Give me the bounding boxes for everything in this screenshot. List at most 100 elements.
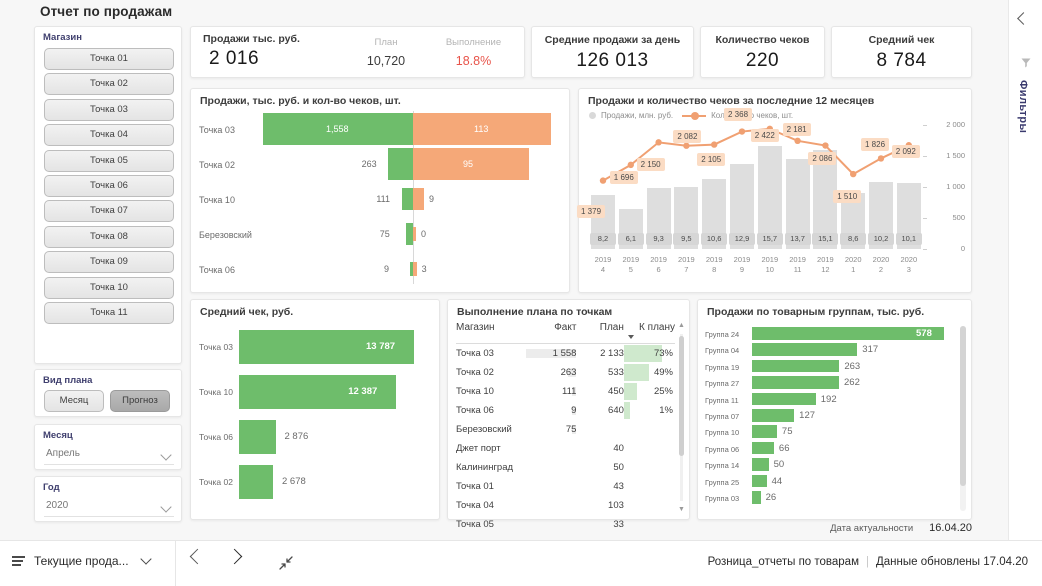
slicer-store-item-6[interactable]: Точка 06 xyxy=(44,175,174,197)
group-bar-2[interactable] xyxy=(752,360,839,373)
slicer-store-item-10[interactable]: Точка 10 xyxy=(44,277,174,299)
next-page-icon[interactable] xyxy=(227,549,243,565)
tornado-bar-checks-3[interactable] xyxy=(413,227,416,241)
month-dropdown[interactable]: Апрель xyxy=(44,446,174,465)
slicer-store-item-4[interactable]: Точка 04 xyxy=(44,124,174,146)
slicer-store-item-1[interactable]: Точка 01 xyxy=(44,48,174,70)
avgcheck-bar-2[interactable] xyxy=(239,420,276,454)
table-row[interactable]: Точка 031 5582 13373% xyxy=(456,344,675,363)
kpi-card-avg-sales-per-day[interactable]: Средние продажи за день 126 013 xyxy=(531,26,694,78)
chevron-down-icon xyxy=(160,449,171,460)
combo-x-tick-year-8: 2019 xyxy=(811,255,839,265)
combo-line-point-9[interactable] xyxy=(850,171,856,177)
data-updated-text: Данные обновлены 17.04.20 xyxy=(876,556,1028,568)
slicer-store-header: Магазин xyxy=(43,32,82,43)
combo-line-point-1[interactable] xyxy=(628,162,634,168)
filter-funnel-icon[interactable] xyxy=(1020,56,1032,74)
slicer-store-item-2[interactable]: Точка 02 xyxy=(44,73,174,95)
tornado-bar-sales-1[interactable] xyxy=(388,148,413,180)
combo-line-point-10[interactable] xyxy=(878,155,884,161)
previous-page-icon[interactable] xyxy=(190,549,206,565)
scroll-down-icon[interactable]: ▼ xyxy=(678,506,685,513)
chart-sales-by-product-group[interactable]: Продажи по товарным группам, тыс. руб. Г… xyxy=(697,299,972,520)
table-scrollbar-thumb[interactable] xyxy=(679,336,684,456)
group-bar-7[interactable] xyxy=(752,442,774,455)
group-label-6: Группа 10 xyxy=(705,428,739,437)
table-row[interactable]: Точка 04103 xyxy=(456,496,675,515)
kpi-card-average-check[interactable]: Средний чек 8 784 xyxy=(831,26,972,78)
combo-line-point-3[interactable] xyxy=(683,143,689,149)
plan-type-options: Месяц Прогноз xyxy=(44,390,170,412)
table-row[interactable]: Точка 0226353349% xyxy=(456,363,675,382)
table-row[interactable]: Точка 0696401% xyxy=(456,401,675,420)
tornado-bar-sales-3[interactable] xyxy=(406,223,413,245)
column-header-to-plan[interactable]: К плану xyxy=(624,322,675,333)
column-header-fact[interactable]: Факт xyxy=(525,322,576,333)
group-bar-8[interactable] xyxy=(752,458,769,471)
combo-line-point-7[interactable] xyxy=(794,138,800,144)
column-header-shop[interactable]: Магазин xyxy=(456,322,525,333)
kpi-card-sales[interactable]: Продажи тыс. руб. 2 016 План 10,720 Выпо… xyxy=(190,26,525,78)
groups-scrollbar-thumb[interactable] xyxy=(960,326,966,486)
table-row[interactable]: Калининград50 xyxy=(456,458,675,477)
combo-line-point-8[interactable] xyxy=(822,142,828,148)
kpi-sales-label: Продажи тыс. руб. xyxy=(203,33,300,45)
groups-scrollbar[interactable] xyxy=(960,326,966,511)
year-dropdown[interactable]: 2020 xyxy=(44,498,174,517)
combo-line-point-2[interactable] xyxy=(655,139,661,145)
page-selector[interactable]: Текущие прода... xyxy=(12,554,150,568)
chart-sales-and-checks-tornado[interactable]: Продажи, тыс. руб. и кол-во чеков, шт. Т… xyxy=(190,88,570,293)
collapse-panel-icon[interactable] xyxy=(1017,12,1030,25)
chevron-down-icon[interactable] xyxy=(140,553,151,564)
chart-sales-and-checks-12-months[interactable]: Продажи и количество чеков за последние … xyxy=(578,88,972,293)
combo-x-tick-month-7: 11 xyxy=(784,265,812,275)
group-bar-3[interactable] xyxy=(752,376,839,389)
table-row[interactable]: Березовский75 xyxy=(456,420,675,439)
tornado-bar-checks-2[interactable] xyxy=(413,188,424,210)
group-bar-4[interactable] xyxy=(752,393,816,406)
avgcheck-bar-3[interactable] xyxy=(239,465,273,499)
kpi-sales-exec-label: Выполнение xyxy=(426,37,521,48)
table-row[interactable]: Джет порт40 xyxy=(456,439,675,458)
combo-x-tick-10: 20202 xyxy=(867,255,895,275)
pages-menu-icon[interactable] xyxy=(12,556,25,565)
tornado-bar-checks-4[interactable] xyxy=(413,262,417,276)
fit-to-screen-icon[interactable] xyxy=(278,555,294,576)
combo-line-point-0[interactable] xyxy=(600,177,606,183)
slicer-store-item-8[interactable]: Точка 08 xyxy=(44,226,174,248)
table-row[interactable]: Точка 0533 xyxy=(456,515,675,534)
column-header-plan[interactable]: План xyxy=(576,322,623,333)
tornado-bar-sales-2[interactable] xyxy=(402,188,413,210)
cell-shop-1: Точка 02 xyxy=(456,367,525,378)
combo-line-point-5[interactable] xyxy=(739,128,745,134)
filters-label[interactable]: Фильтры xyxy=(1017,80,1029,133)
group-bar-9[interactable] xyxy=(752,475,767,488)
cell-to-plan-5 xyxy=(624,440,675,457)
combo-x-tick-year-10: 2020 xyxy=(867,255,895,265)
group-bar-5[interactable] xyxy=(752,409,794,422)
combo-line-point-4[interactable] xyxy=(711,141,717,147)
kpi-card-checks-count[interactable]: Количество чеков 220 xyxy=(700,26,825,78)
combo-y-tick-0: 2 000 xyxy=(946,120,965,129)
table-plan-execution[interactable]: Выполнение плана по точкам Магазин Факт … xyxy=(447,299,690,520)
group-bar-6[interactable] xyxy=(752,425,777,438)
slicer-store-item-3[interactable]: Точка 03 xyxy=(44,99,174,121)
chart-average-check-by-store[interactable]: Средний чек, руб. Точка 0313 787Точка 10… xyxy=(190,299,440,520)
table-scrollbar[interactable]: ▲ ▼ xyxy=(678,322,685,513)
group-bar-1[interactable] xyxy=(752,343,857,356)
table-row[interactable]: Точка 0143 xyxy=(456,477,675,496)
report-canvas: Отчет по продажам Магазин Точка 01Точка … xyxy=(0,0,1008,540)
cell-plan-6: 50 xyxy=(576,462,623,473)
slicer-store-item-5[interactable]: Точка 05 xyxy=(44,150,174,172)
combo-x-tick-year-2: 2019 xyxy=(645,255,673,265)
group-bar-10[interactable] xyxy=(752,491,761,504)
cell-plan-7: 43 xyxy=(576,481,623,492)
combo-x-tick-year-11: 2020 xyxy=(895,255,923,265)
slicer-store-item-9[interactable]: Точка 09 xyxy=(44,251,174,273)
table-row[interactable]: Точка 1011145025% xyxy=(456,382,675,401)
plan-type-option-unselected[interactable]: Месяц xyxy=(44,390,104,412)
scroll-up-icon[interactable]: ▲ xyxy=(678,322,685,329)
plan-type-option-selected[interactable]: Прогноз xyxy=(110,390,170,412)
slicer-store-item-7[interactable]: Точка 07 xyxy=(44,200,174,222)
slicer-store-item-11[interactable]: Точка 11 xyxy=(44,302,174,324)
